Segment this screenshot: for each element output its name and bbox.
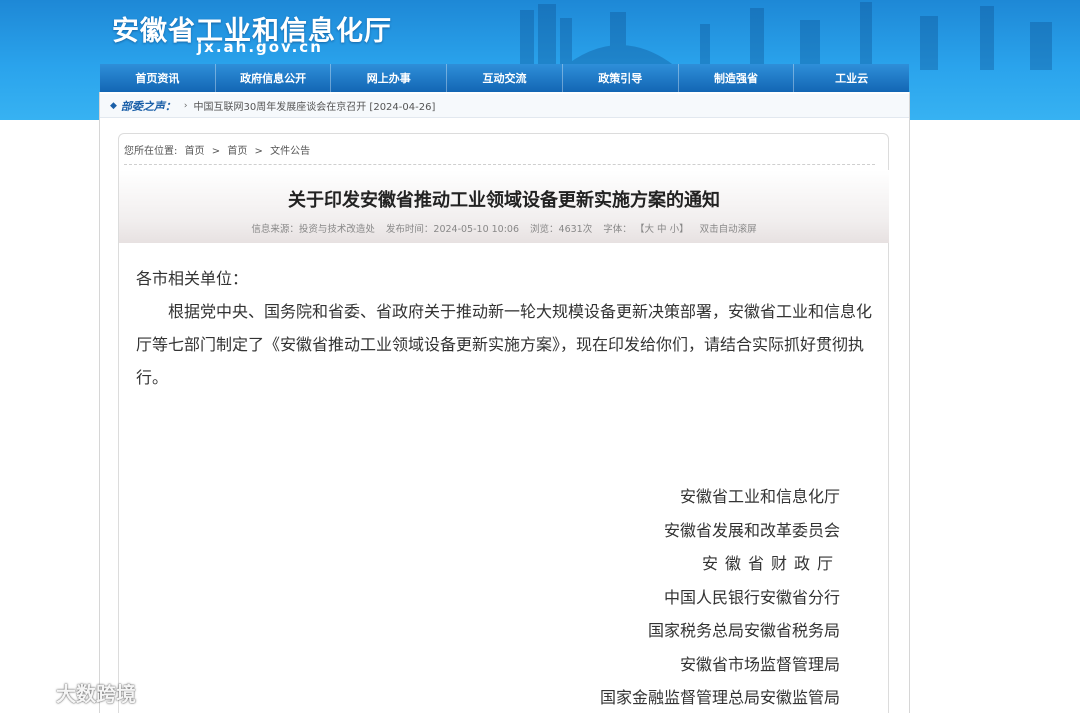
- breadcrumb-item-home[interactable]: 首页: [185, 146, 205, 157]
- article-title: 关于印发安徽省推动工业领域设备更新实施方案的通知: [288, 190, 720, 211]
- notice-link[interactable]: 中国互联网30周年发展座谈会在京召开 [2024-04-26]: [194, 98, 436, 113]
- watermark-text: 大数跨境: [56, 682, 136, 706]
- nav-item-industrial-cloud[interactable]: 工业云: [794, 64, 909, 92]
- nav-item-online-services[interactable]: 网上办事: [331, 64, 448, 92]
- signer-item: 安徽省市场监督管理局: [679, 654, 840, 674]
- nav-item-manufacturing[interactable]: 制造强省: [679, 64, 795, 92]
- nav-item-policy[interactable]: 政策引导: [563, 64, 679, 92]
- font-size-options[interactable]: 【大 中 小】: [640, 224, 689, 235]
- meta-views: 浏览：4631次: [530, 224, 593, 235]
- signer-item: 国家金融监督管理总局安徽监管局: [599, 688, 840, 707]
- signer-list: 安徽省工业和信息化厅 安徽省发展和改革委员会 安徽省财政厅 中国人民银行安徽省分…: [600, 480, 840, 713]
- signer-item: 中国人民银行安徽省分行: [663, 587, 840, 607]
- meta-font-label: 字体：: [603, 224, 632, 235]
- divider: [124, 164, 875, 165]
- breadcrumb-item-announcements[interactable]: 文件公告: [270, 146, 310, 157]
- meta-date: 发布时间：2024-05-10 10:06: [385, 224, 520, 235]
- autoscroll-hint[interactable]: 双击自动滚屏: [700, 224, 757, 235]
- signer-item: 国家税务总局安徽省税务局: [647, 621, 840, 640]
- main-nav: 首页资讯 政府信息公开 网上办事 互动交流 政策引导 制造强省 工业云: [100, 64, 909, 92]
- watermark-logo-icon: [9, 683, 50, 702]
- notice-label: 部委之声：: [120, 99, 176, 113]
- breadcrumb-separator: >: [211, 146, 221, 157]
- breadcrumb-item-home-2[interactable]: 首页: [227, 146, 247, 157]
- arrow-right-icon: ›: [183, 100, 188, 111]
- breadcrumb: 您所在位置: 首页 > 首页 > 文件公告: [124, 142, 314, 157]
- article-meta: 信息来源：投资与技术改造处 发布时间：2024-05-10 10:06 浏览：4…: [119, 221, 889, 235]
- signer-item: 安徽省财政厅: [701, 554, 840, 573]
- notice-bar: ◆ 部委之声： › 中国互联网30周年发展座谈会在京召开 [2024-04-26…: [100, 94, 909, 118]
- nav-item-gov-info[interactable]: 政府信息公开: [216, 64, 332, 92]
- signer-item: 安徽省工业和信息化厅: [679, 487, 840, 506]
- nav-item-interaction[interactable]: 互动交流: [447, 64, 563, 92]
- salutation: 各市相关单位：: [136, 269, 249, 288]
- skyline-decoration: [520, 2, 1052, 70]
- watermark: 大数跨境: [8, 678, 136, 707]
- nav-item-home-news[interactable]: 首页资讯: [100, 64, 216, 92]
- signer-item: 安徽省发展和改革委员会: [663, 520, 840, 540]
- body-paragraph: 根据党中央、国务院和省委、省政府关于推动新一轮大规模设备更新决策部署，安徽省工业…: [136, 302, 873, 387]
- breadcrumb-prefix: 您所在位置:: [124, 146, 178, 157]
- meta-source: 信息来源：投资与技术改造处: [251, 224, 375, 235]
- site-domain: jx.ah.gov.cn: [197, 38, 323, 56]
- article-body: 各市相关单位： 根据党中央、国务院和省委、省政府关于推动新一轮大规模设备更新决策…: [136, 262, 878, 394]
- pin-icon: ◆: [110, 100, 117, 111]
- breadcrumb-separator: >: [254, 146, 263, 157]
